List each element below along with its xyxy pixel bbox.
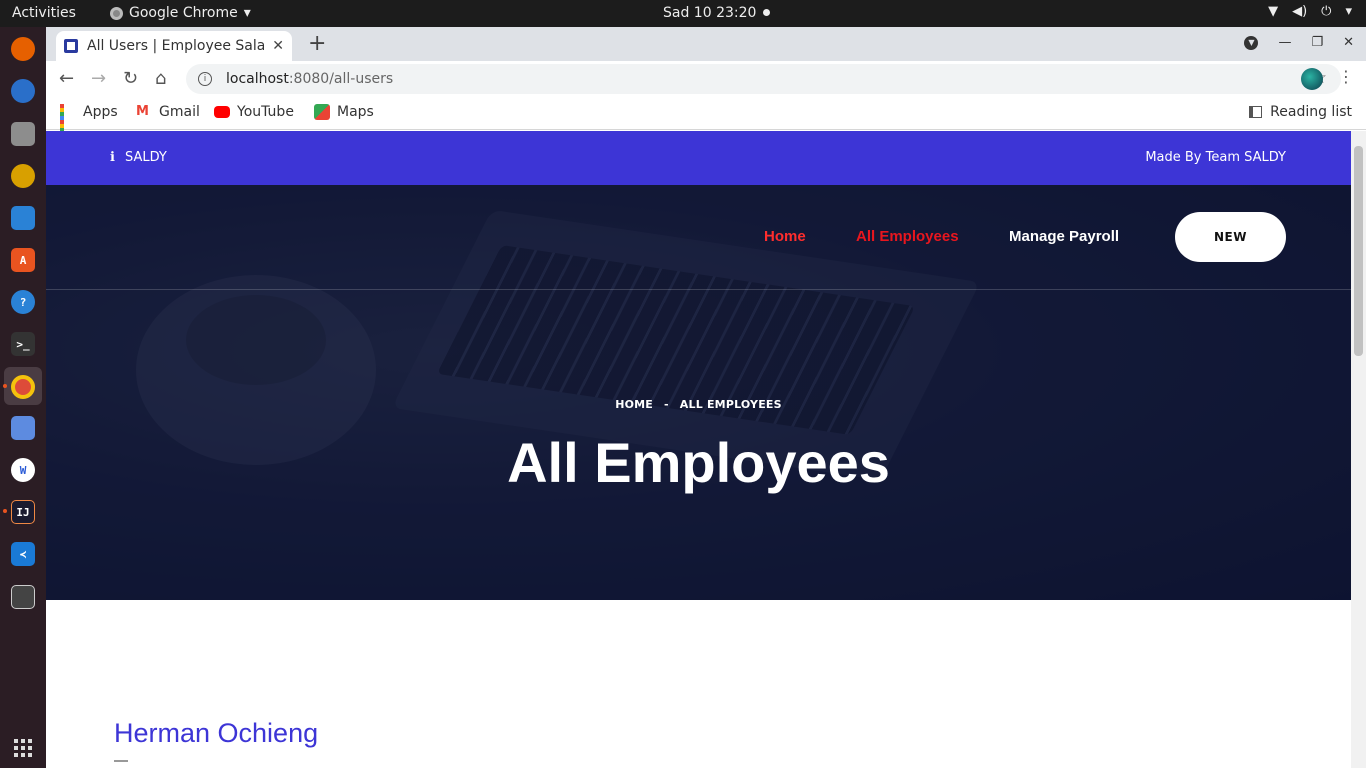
clock[interactable]: Sad 10 23:20 <box>663 5 756 21</box>
breadcrumb: HOME - ALL EMPLOYEES <box>46 398 1351 411</box>
nav-divider <box>46 289 1351 290</box>
youtube-icon <box>214 106 230 118</box>
maximize-button[interactable]: ❐ <box>1311 35 1323 50</box>
software-icon[interactable]: A <box>11 248 35 272</box>
reading-list-label: Reading list <box>1270 104 1352 120</box>
bookmark-apps[interactable]: Apps <box>60 104 118 140</box>
nav-home[interactable]: Home <box>764 228 806 245</box>
tab-all-users[interactable]: All Users | Employee Salar ✕ <box>56 31 292 61</box>
apps-grid-icon <box>60 104 76 140</box>
reload-icon[interactable]: ↻ <box>123 68 138 89</box>
nav-manage-payroll[interactable]: Manage Payroll <box>1009 228 1119 245</box>
bookmark-label: Gmail <box>159 104 200 120</box>
close-window-button[interactable]: ✕ <box>1343 35 1354 50</box>
breadcrumb-separator: - <box>664 398 669 411</box>
bookmark-gmail[interactable]: M Gmail <box>136 104 200 120</box>
help-icon[interactable]: ? <box>11 290 35 314</box>
employee-name-link[interactable]: Herman Ochieng <box>114 718 318 749</box>
screenshot-icon[interactable] <box>11 416 35 440</box>
site-info-icon[interactable]: i <box>198 72 212 86</box>
files-icon[interactable] <box>11 122 35 146</box>
bookmark-label: YouTube <box>237 104 294 120</box>
tab-title: All Users | Employee Salar <box>87 38 265 54</box>
made-by-text: Made By Team SALDY <box>1145 150 1286 165</box>
notification-dot <box>763 9 770 16</box>
site-favicon-icon <box>64 39 78 53</box>
hero-banner: Home All Employees Manage Payroll NEW HO… <box>46 185 1351 600</box>
running-indicator <box>3 509 7 513</box>
page-title: All Employees <box>507 431 890 494</box>
system-top-bar: Activities Google Chrome ▾ Sad 10 23:20 … <box>0 0 1366 27</box>
chevron-down-icon: ▾ <box>243 5 251 21</box>
system-tray[interactable]: ▼ ◀) ⏻ ▾ <box>1268 4 1352 19</box>
bookmarks-bar: Apps M Gmail YouTube Maps Reading list <box>46 97 1366 140</box>
site-info-bar: ℹ SALDY Made By Team SALDY <box>46 131 1351 185</box>
minimize-button[interactable]: — <box>1278 35 1291 50</box>
maps-icon <box>314 104 330 120</box>
forward-arrow-icon[interactable]: → <box>91 68 106 89</box>
info-icon: ℹ <box>110 150 115 165</box>
bookmark-youtube[interactable]: YouTube <box>214 104 294 120</box>
writer-icon[interactable] <box>11 206 35 230</box>
home-icon[interactable]: ⌂ <box>155 68 166 89</box>
terminal-icon[interactable]: >_ <box>11 332 35 356</box>
site-brand: ℹ SALDY <box>110 150 167 165</box>
new-tab-button[interactable]: + <box>308 31 326 56</box>
vscode-icon[interactable]: ≺ <box>11 542 35 566</box>
intellij-icon[interactable]: IJ <box>11 500 35 524</box>
app-name-label: Google Chrome <box>129 5 238 21</box>
browser-toolbar: ← → ↻ ⌂ i localhost:8080/all-users ☆ ⋮ <box>46 61 1366 97</box>
new-button[interactable]: NEW <box>1175 212 1286 262</box>
bookmark-label: Maps <box>337 104 374 120</box>
address-bar[interactable]: i localhost:8080/all-users ☆ <box>186 64 1341 94</box>
show-applications-icon[interactable] <box>14 739 32 757</box>
profile-avatar[interactable] <box>1301 68 1323 90</box>
gmail-icon: M <box>136 104 149 119</box>
bookmark-label: Apps <box>83 104 118 120</box>
url-path: :8080/all-users <box>288 71 394 87</box>
close-tab-icon[interactable]: ✕ <box>272 38 284 54</box>
web-page: ℹ SALDY Made By Team SALDY Home All Empl… <box>46 131 1351 768</box>
app-menu[interactable]: Google Chrome ▾ <box>110 5 251 21</box>
dock: A ? >_ W IJ ≺ <box>0 27 46 768</box>
chrome-icon <box>110 6 123 20</box>
rhythmbox-icon[interactable] <box>11 164 35 188</box>
activities-button[interactable]: Activities <box>12 5 76 21</box>
tab-strip: All Users | Employee Salar ✕ + ▼ — ❐ ✕ <box>46 27 1366 61</box>
url-host: localhost <box>226 71 289 87</box>
volume-icon: ◀) <box>1292 4 1308 19</box>
chevron-down-icon: ▾ <box>1345 4 1352 19</box>
hero-overlay <box>46 185 1351 600</box>
reading-list-button[interactable]: Reading list <box>1249 104 1352 120</box>
firefox-icon[interactable] <box>11 37 35 61</box>
page-scrollbar[interactable] <box>1351 131 1366 768</box>
power-icon: ⏻ <box>1321 4 1332 19</box>
word-icon[interactable]: W <box>11 458 35 482</box>
window-controls: ▼ — ❐ ✕ <box>1244 35 1354 50</box>
usb-drive-icon[interactable] <box>11 585 35 609</box>
tab-search-icon[interactable]: ▼ <box>1244 35 1259 50</box>
employee-detail-text <box>114 760 128 762</box>
chrome-icon[interactable] <box>11 375 35 399</box>
brand-name: SALDY <box>124 150 167 165</box>
thunderbird-icon[interactable] <box>11 79 35 103</box>
bookmark-maps[interactable]: Maps <box>314 104 374 120</box>
wifi-icon: ▼ <box>1268 4 1279 19</box>
running-indicator <box>3 384 7 388</box>
menu-kebab-icon[interactable]: ⋮ <box>1338 67 1354 86</box>
breadcrumb-home[interactable]: HOME <box>615 398 653 411</box>
back-arrow-icon[interactable]: ← <box>59 68 74 89</box>
scrollbar-thumb[interactable] <box>1354 146 1363 356</box>
nav-all-employees[interactable]: All Employees <box>856 228 959 245</box>
breadcrumb-current: ALL EMPLOYEES <box>679 398 782 411</box>
reading-list-icon <box>1249 106 1263 118</box>
